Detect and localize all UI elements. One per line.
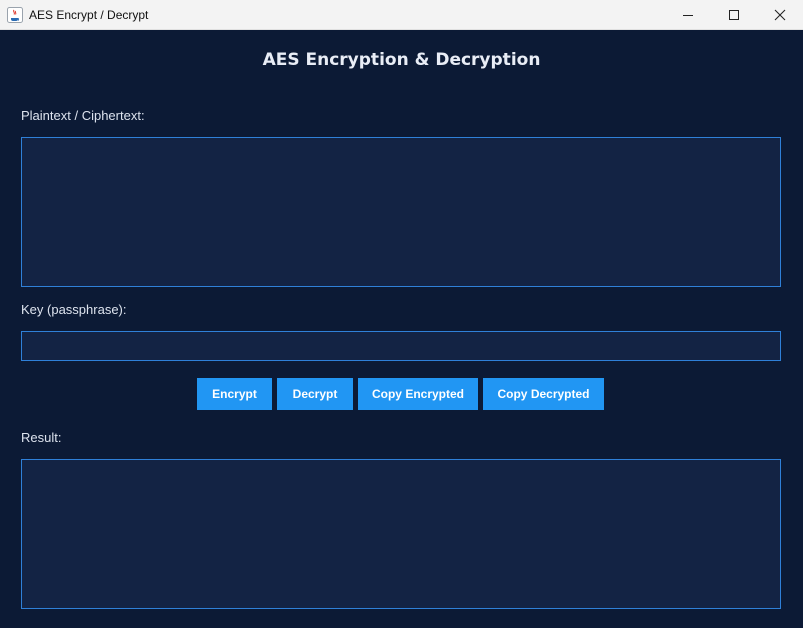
maximize-icon [729, 9, 739, 20]
window-title: AES Encrypt / Decrypt [29, 8, 149, 22]
copy-decrypted-button[interactable]: Copy Decrypted [483, 378, 604, 410]
encrypt-button[interactable]: Encrypt [197, 378, 272, 410]
page-title: AES Encryption & Decryption [262, 50, 541, 70]
decrypt-button[interactable]: Decrypt [277, 378, 353, 410]
key-input[interactable] [21, 331, 781, 361]
plaintext-label: Plaintext / Ciphertext: [21, 108, 145, 123]
result-label: Result: [21, 430, 62, 445]
close-icon [774, 9, 786, 20]
action-button-row: Encrypt Decrypt Copy Encrypted Copy Decr… [0, 378, 803, 410]
close-button[interactable] [757, 0, 803, 29]
minimize-button[interactable] [665, 0, 711, 29]
minimize-icon [683, 14, 693, 16]
key-label: Key (passphrase): [21, 302, 127, 317]
copy-encrypted-button[interactable]: Copy Encrypted [358, 378, 478, 410]
app-window: AES Encrypt / Decrypt AES Encryption & D… [0, 0, 803, 628]
result-textarea[interactable] [21, 459, 781, 609]
title-bar[interactable]: AES Encrypt / Decrypt [0, 0, 803, 30]
maximize-button[interactable] [711, 0, 757, 29]
java-app-icon [7, 7, 23, 23]
plaintext-textarea[interactable] [21, 137, 781, 287]
